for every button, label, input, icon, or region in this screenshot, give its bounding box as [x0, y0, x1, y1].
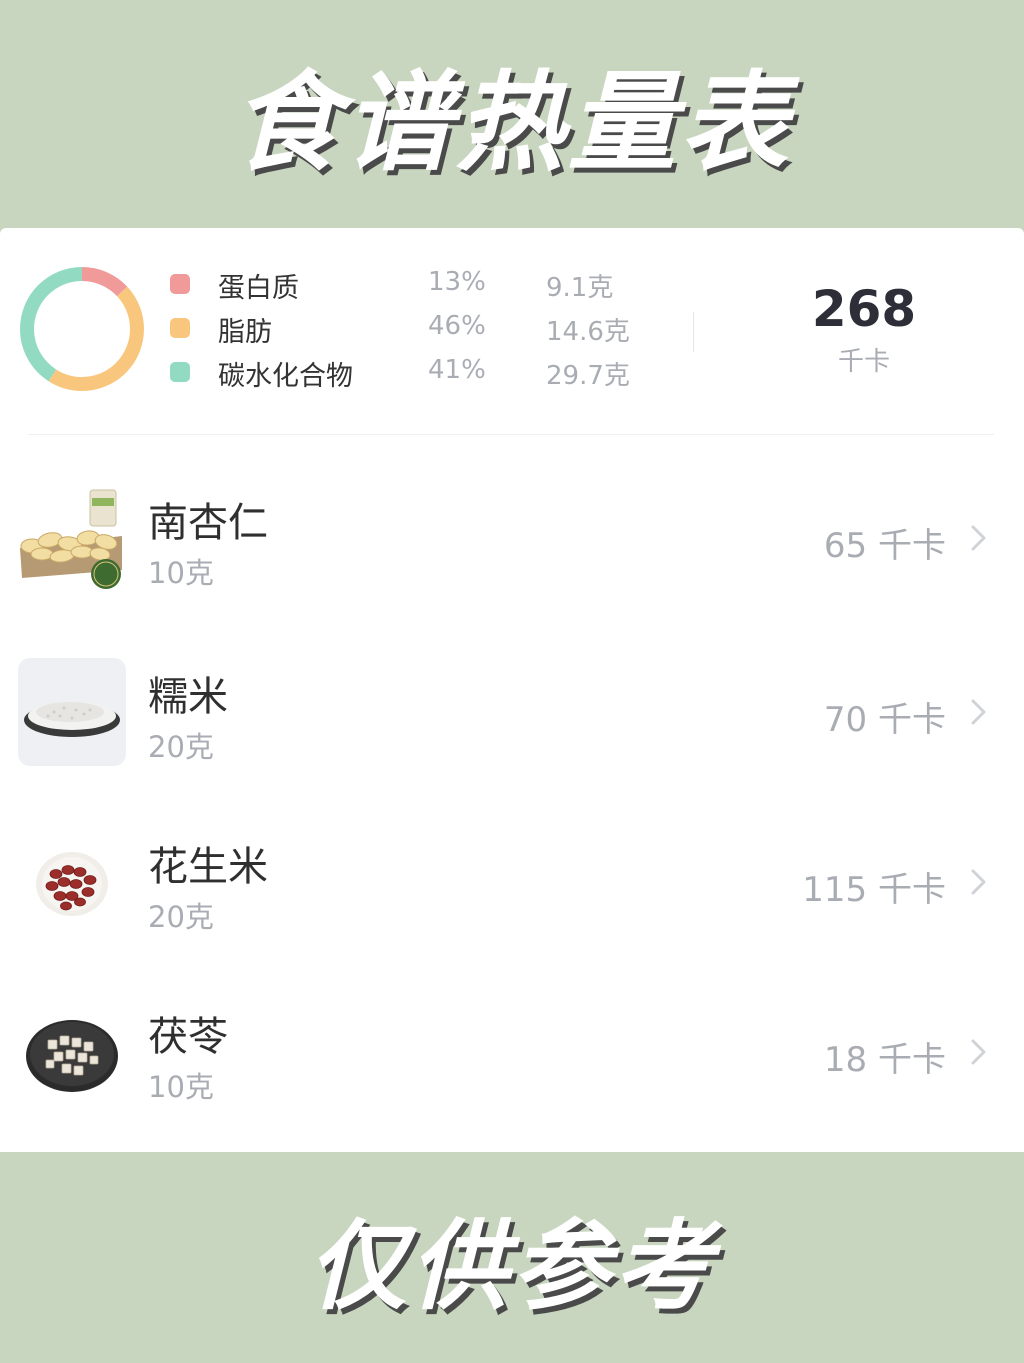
food-name: 南杏仁: [148, 500, 268, 546]
glutinous-rice-photo-icon: [18, 658, 126, 766]
section-divider: [28, 434, 994, 435]
food-calories: 65 千卡: [823, 526, 946, 566]
fat-color-dot: [170, 318, 190, 338]
food-row-almond[interactable]: 南杏仁 10克 65 千卡: [0, 468, 1024, 618]
legend-label: 碳水化合物: [218, 361, 353, 392]
food-amount: 20克: [148, 900, 214, 934]
food-calories: 18 千卡: [823, 1040, 946, 1080]
food-amount: 10克: [148, 1070, 214, 1104]
recipe-card: 蛋白质 13% 9.1克 脂肪 46% 14.6克 碳水化合物 41% 29.7…: [0, 228, 1024, 1152]
total-calories-unit: 千卡: [837, 347, 890, 377]
carbs-color-dot: [170, 362, 190, 382]
top-banner: 食谱热量表: [0, 0, 1024, 228]
legend-label: 脂肪: [218, 317, 272, 348]
food-name: 糯米: [148, 674, 228, 720]
chevron-right-icon: [971, 1039, 986, 1065]
legend-percent: 13%: [428, 267, 486, 297]
footer-title: 仅供参考: [307, 1209, 716, 1324]
food-row-peanut[interactable]: 花生米 20克 115 千卡: [0, 812, 1024, 962]
legend-row-carbs: 碳水化合物 41% 29.7克: [170, 352, 650, 392]
food-name: 花生米: [148, 844, 268, 890]
peanut-photo-icon: [18, 828, 126, 936]
bottom-banner: 仅供参考: [0, 1152, 1024, 1363]
food-calories: 70 千卡: [823, 700, 946, 740]
chevron-right-icon: [971, 869, 986, 895]
legend-grams: 14.6克: [546, 317, 630, 347]
page-title: 食谱热量表: [231, 61, 792, 186]
legend-grams: 9.1克: [546, 273, 614, 303]
nutrition-summary: 蛋白质 13% 9.1克 脂肪 46% 14.6克 碳水化合物 41% 29.7…: [0, 228, 1024, 436]
legend-row-fat: 脂肪 46% 14.6克: [170, 308, 650, 348]
protein-color-dot: [170, 274, 190, 294]
legend-row-protein: 蛋白质 13% 9.1克: [170, 264, 650, 304]
legend-grams: 29.7克: [546, 361, 630, 391]
food-amount: 20克: [148, 730, 214, 764]
chevron-right-icon: [971, 699, 986, 725]
total-calories: 268: [811, 280, 917, 338]
food-amount: 10克: [148, 556, 214, 590]
poria-photo-icon: [18, 998, 126, 1106]
food-calories: 115 千卡: [802, 870, 946, 910]
macro-donut-chart: [20, 267, 144, 391]
food-name: 茯苓: [148, 1014, 228, 1060]
almond-photo-icon: [18, 484, 126, 592]
legend-percent: 46%: [428, 311, 486, 341]
food-row-glutinous-rice[interactable]: 糯米 20克 70 千卡: [0, 642, 1024, 792]
food-row-poria[interactable]: 茯苓 10克 18 千卡: [0, 982, 1024, 1132]
summary-divider: [693, 312, 694, 352]
chevron-right-icon: [971, 525, 986, 551]
legend-label: 蛋白质: [218, 273, 299, 304]
legend-percent: 41%: [428, 355, 486, 385]
